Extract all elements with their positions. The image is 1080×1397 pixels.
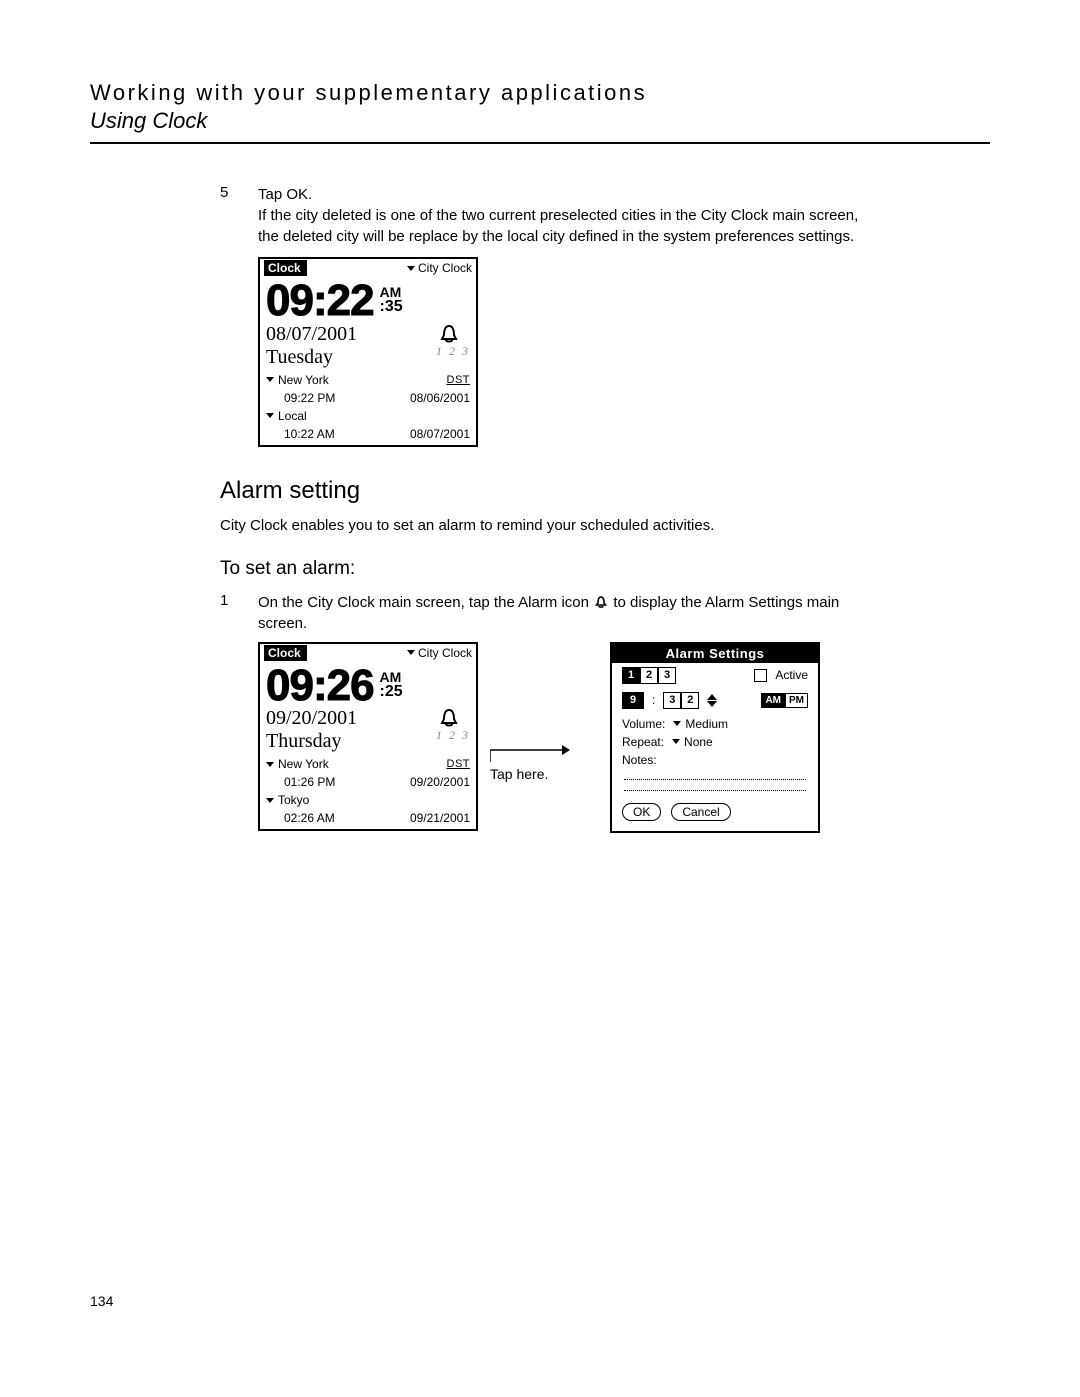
day: Thursday [266, 730, 357, 753]
spinner-up-icon[interactable] [707, 694, 717, 700]
city-2-dropdown[interactable]: Local [266, 409, 307, 423]
city-1-time: 09:22 PM [266, 391, 335, 405]
alarm-indicators: 1 2 3 [436, 731, 470, 741]
city-1-date: 09/20/2001 [410, 775, 470, 789]
minute-box-1[interactable]: 3 [663, 692, 681, 709]
alarm-intro: City Clock enables you to set an alarm t… [220, 515, 840, 536]
minute-box-2[interactable]: 2 [681, 692, 699, 709]
chevron-down-icon [266, 762, 274, 767]
chevron-down-icon [673, 721, 681, 726]
city-2-date: 09/21/2001 [410, 811, 470, 825]
seconds: :25 [380, 684, 403, 700]
step-number: 5 [220, 184, 238, 247]
notes-label: Notes: [622, 753, 657, 767]
chevron-down-icon [266, 798, 274, 803]
notes-line-2[interactable] [624, 784, 806, 791]
step-1: 1 On the City Clock main screen, tap the… [220, 592, 990, 634]
mode-dropdown[interactable]: City Clock [407, 646, 472, 660]
mode-dropdown[interactable]: City Clock [407, 261, 472, 275]
alarm-tab-3[interactable]: 3 [658, 667, 676, 684]
day: Tuesday [266, 346, 357, 369]
city-clock-screenshot-1: Clock City Clock 09:22 AM :35 08/07/2001 [258, 257, 478, 447]
chevron-down-icon [407, 650, 415, 655]
pm-option[interactable]: PM [785, 693, 808, 708]
city-2-date: 08/07/2001 [410, 427, 470, 441]
cancel-button[interactable]: Cancel [671, 803, 730, 821]
city-1-dropdown[interactable]: New York [266, 373, 329, 387]
chevron-down-icon [266, 377, 274, 382]
arrow-icon [490, 744, 570, 764]
ampm: AM [380, 285, 402, 299]
step-body: If the city deleted is one of the two cu… [258, 205, 878, 247]
alarm-settings-dialog: Alarm Settings 1 2 3 Active 9 : 3 [610, 642, 820, 833]
city-2-dropdown[interactable]: Tokyo [266, 793, 309, 807]
volume-label: Volume: [622, 717, 665, 731]
clock-time: 09:26 [266, 666, 374, 706]
chapter-title: Working with your supplementary applicat… [90, 80, 990, 106]
alarm-tabs[interactable]: 1 2 3 [622, 667, 676, 684]
am-option[interactable]: AM [761, 693, 785, 708]
ampm-toggle[interactable]: AM PM [761, 693, 808, 708]
callout-arrow: Tap here. [490, 744, 570, 782]
alarm-icon[interactable] [436, 323, 470, 347]
repeat-dropdown[interactable]: None [672, 735, 713, 749]
step-text: On the City Clock main screen, tap the A… [258, 592, 878, 634]
city-1-time: 01:26 PM [266, 775, 335, 789]
header-divider [90, 142, 990, 144]
alarm-icon [593, 594, 613, 611]
app-label: Clock [264, 645, 307, 661]
clock-time: 09:22 [266, 281, 374, 321]
active-checkbox[interactable] [754, 669, 767, 682]
manual-page: Working with your supplementary applicat… [0, 0, 1080, 1369]
page-number: 134 [90, 1293, 990, 1309]
app-label: Clock [264, 260, 307, 276]
active-label: Active [775, 668, 808, 682]
repeat-label: Repeat: [622, 735, 664, 749]
city-clock-screenshot-2: Clock City Clock 09:26 AM :25 [258, 642, 478, 832]
alarm-tab-2[interactable]: 2 [640, 667, 658, 684]
chevron-down-icon [266, 413, 274, 418]
date: 09/20/2001 [266, 707, 357, 730]
dialog-title: Alarm Settings [612, 644, 818, 663]
city-1-dropdown[interactable]: New York [266, 757, 329, 771]
city-2-time: 10:22 AM [266, 427, 335, 441]
ok-button[interactable]: OK [622, 803, 661, 821]
alarm-indicators: 1 2 3 [436, 347, 470, 357]
city-2-time: 02:26 AM [266, 811, 335, 825]
ampm: AM [380, 670, 402, 684]
dst-indicator[interactable]: DST [447, 374, 471, 386]
chevron-down-icon [407, 266, 415, 271]
section-subtitle: Using Clock [90, 108, 990, 134]
mode-label: City Clock [418, 261, 472, 275]
mode-label: City Clock [418, 646, 472, 660]
step-number: 1 [220, 592, 238, 634]
seconds: :35 [380, 299, 403, 315]
city-1-date: 08/06/2001 [410, 391, 470, 405]
notes-line-1[interactable] [624, 773, 806, 780]
dst-indicator[interactable]: DST [447, 758, 471, 770]
volume-dropdown[interactable]: Medium [673, 717, 728, 731]
alarm-setting-heading: Alarm setting [220, 477, 990, 505]
time-spinner[interactable] [707, 694, 717, 707]
hour-box[interactable]: 9 [622, 692, 644, 709]
to-set-alarm-heading: To set an alarm: [220, 558, 990, 580]
chevron-down-icon [672, 739, 680, 744]
spinner-down-icon[interactable] [707, 701, 717, 707]
tap-here-label: Tap here. [490, 766, 548, 782]
alarm-tab-1[interactable]: 1 [622, 667, 640, 684]
step-5: 5 Tap OK. If the city deleted is one of … [220, 184, 990, 247]
date: 08/07/2001 [266, 323, 357, 346]
step-lead: Tap OK. [258, 184, 878, 205]
